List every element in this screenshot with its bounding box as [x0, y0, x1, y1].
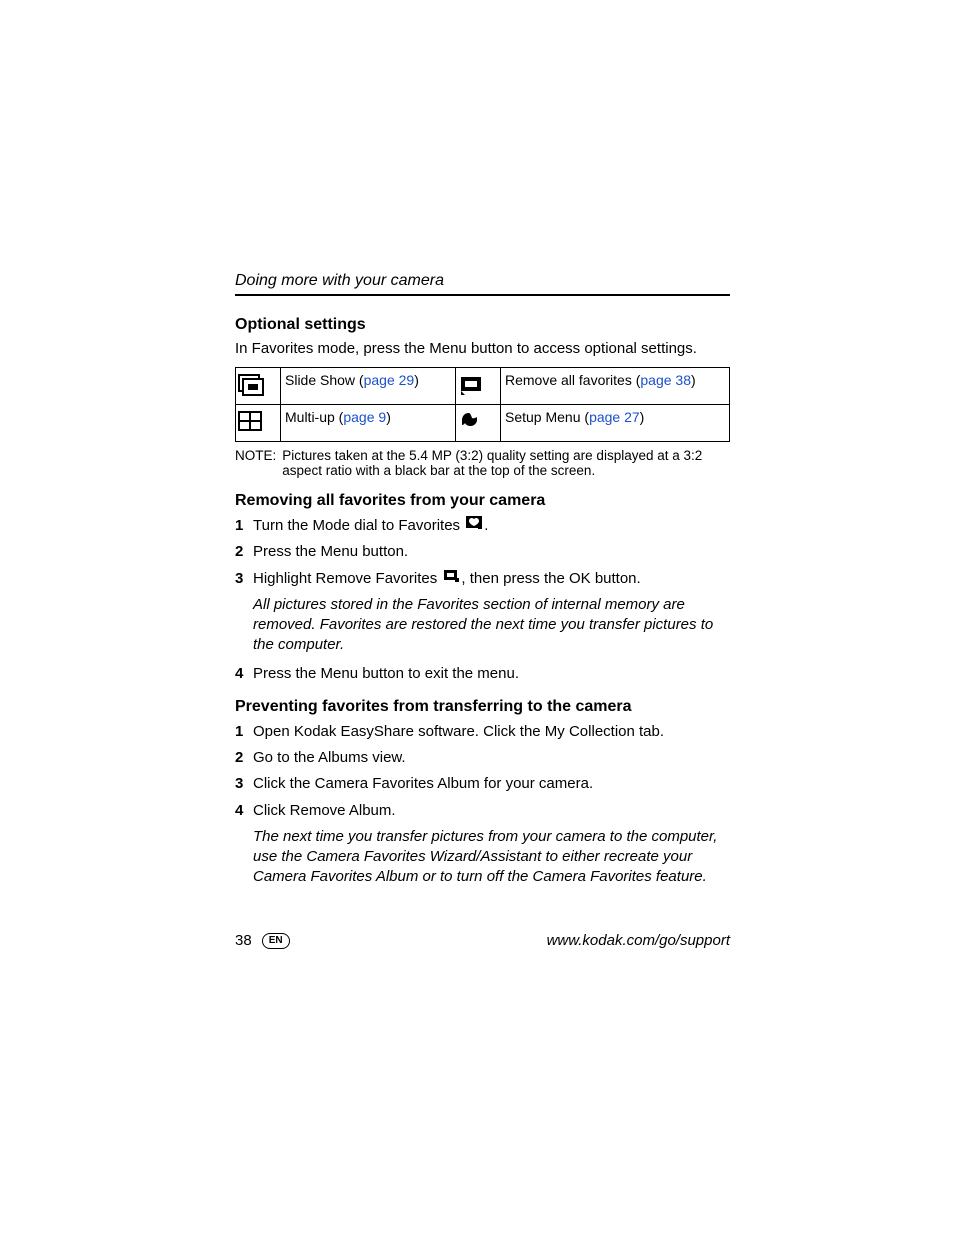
step-note: The next time you transfer pictures from… — [253, 827, 730, 888]
remove-favorites-inline-icon — [443, 569, 459, 589]
step: 4 Press the Menu button to exit the menu… — [235, 664, 730, 684]
step-body: Open Kodak EasyShare software. Click the… — [253, 722, 730, 742]
cell-label: Multi-up ( — [285, 409, 343, 425]
step-text: Highlight Remove Favorites — [253, 570, 441, 587]
step-body: Highlight Remove Favorites , then press … — [253, 569, 730, 589]
page-content: Doing more with your camera Optional set… — [235, 272, 730, 896]
step-body: Turn the Mode dial to Favorites . — [253, 516, 730, 536]
step-number: 2 — [235, 748, 253, 768]
page-footer: 38 EN www.kodak.com/go/support — [235, 932, 730, 949]
step-body: Click Remove Album. — [253, 801, 730, 821]
cell-tail: ) — [386, 409, 391, 425]
page-link[interactable]: page 9 — [343, 409, 386, 425]
settings-table: Slide Show (page 29) Remove all favorite… — [235, 367, 730, 442]
step: 1 Turn the Mode dial to Favorites . — [235, 516, 730, 536]
intro-text: In Favorites mode, press the Menu button… — [235, 340, 730, 357]
step-body: Press the Menu button to exit the menu. — [253, 664, 730, 684]
step: 2 Go to the Albums view. — [235, 748, 730, 768]
note-label: NOTE: — [235, 448, 276, 478]
heading-preventing-transfer: Preventing favorites from transferring t… — [235, 698, 730, 716]
step-body: Click the Camera Favorites Album for you… — [253, 774, 730, 794]
remove-favorites-icon — [456, 368, 501, 405]
heading-optional-settings: Optional settings — [235, 316, 730, 334]
remove-favorites-cell: Remove all favorites (page 38) — [501, 368, 730, 405]
step-text-tail: . — [484, 517, 488, 534]
slideshow-icon — [236, 368, 281, 405]
step: 4 Click Remove Album. — [235, 801, 730, 821]
step: 1 Open Kodak EasyShare software. Click t… — [235, 722, 730, 742]
note: NOTE: Pictures taken at the 5.4 MP (3:2)… — [235, 448, 730, 478]
multiup-cell: Multi-up (page 9) — [281, 405, 456, 442]
page-link[interactable]: page 29 — [364, 372, 415, 388]
page-link[interactable]: page 27 — [589, 409, 640, 425]
step-body: Press the Menu button. — [253, 542, 730, 562]
setup-icon — [456, 405, 501, 442]
support-url: www.kodak.com/go/support — [547, 932, 730, 949]
page-number: 38 — [235, 932, 252, 949]
step-number: 3 — [235, 569, 253, 589]
step-text-tail: , then press the OK button. — [461, 570, 640, 587]
step: 3 Click the Camera Favorites Album for y… — [235, 774, 730, 794]
setup-cell: Setup Menu (page 27) — [501, 405, 730, 442]
step-number: 2 — [235, 542, 253, 562]
table-row: Multi-up (page 9) Setup Menu (page 27) — [236, 405, 730, 442]
step-number: 3 — [235, 774, 253, 794]
step-number: 4 — [235, 664, 253, 684]
step-text: Turn the Mode dial to Favorites — [253, 517, 464, 534]
note-body: Pictures taken at the 5.4 MP (3:2) quali… — [282, 448, 730, 478]
step-number: 4 — [235, 801, 253, 821]
cell-label: Slide Show ( — [285, 372, 364, 388]
step-number: 1 — [235, 722, 253, 742]
chapter-title: Doing more with your camera — [235, 272, 730, 296]
cell-tail: ) — [691, 372, 696, 388]
table-row: Slide Show (page 29) Remove all favorite… — [236, 368, 730, 405]
step: 3 Highlight Remove Favorites , then pres… — [235, 569, 730, 589]
step-note: All pictures stored in the Favorites sec… — [253, 595, 730, 656]
step-number: 1 — [235, 516, 253, 536]
cell-tail: ) — [640, 409, 645, 425]
cell-tail: ) — [414, 372, 419, 388]
favorites-icon — [466, 516, 482, 536]
step: 2 Press the Menu button. — [235, 542, 730, 562]
heading-removing-favorites: Removing all favorites from your camera — [235, 492, 730, 510]
slideshow-cell: Slide Show (page 29) — [281, 368, 456, 405]
step-body: Go to the Albums view. — [253, 748, 730, 768]
multiup-icon — [236, 405, 281, 442]
page-link[interactable]: page 38 — [640, 372, 691, 388]
cell-label: Setup Menu ( — [505, 409, 589, 425]
language-badge: EN — [262, 933, 290, 949]
cell-label: Remove all favorites ( — [505, 372, 640, 388]
